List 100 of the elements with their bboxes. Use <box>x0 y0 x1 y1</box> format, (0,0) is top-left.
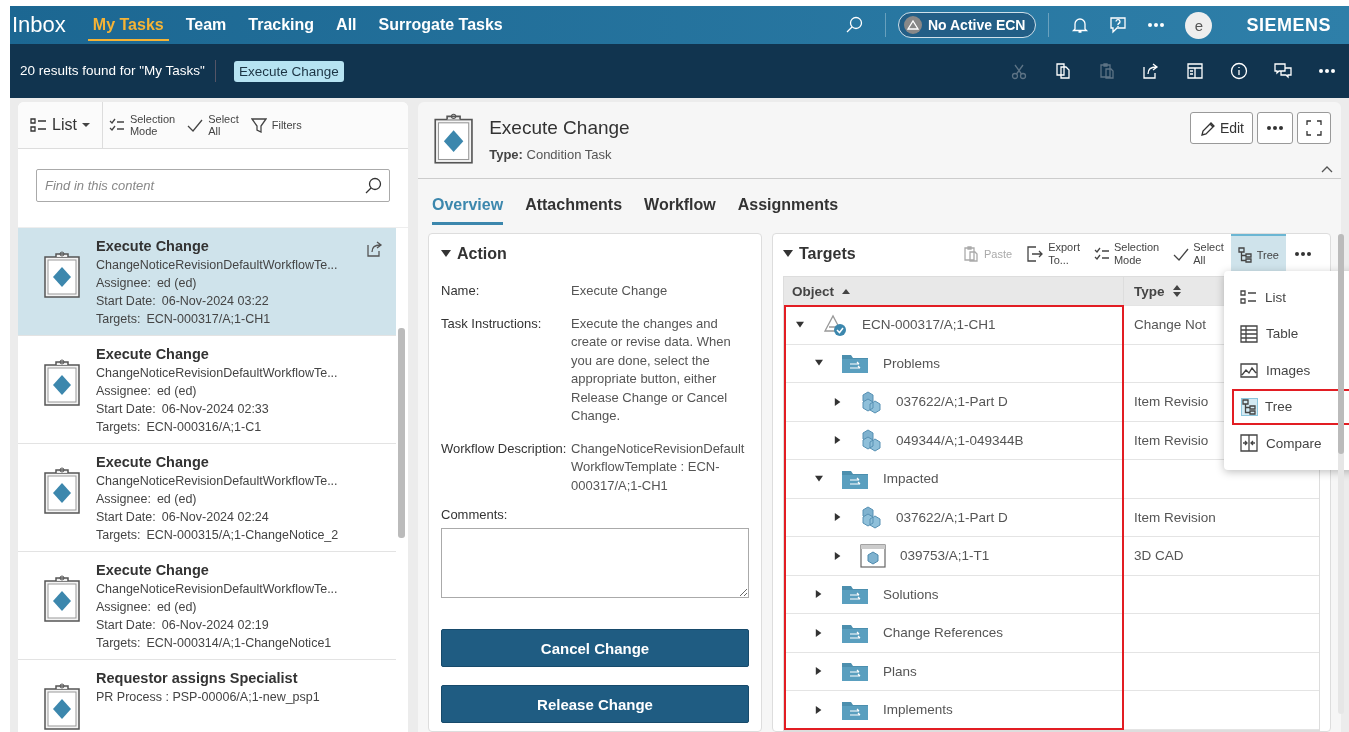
filter-chip[interactable]: Execute Change <box>233 60 344 82</box>
nav-tab[interactable]: All <box>331 9 362 41</box>
share-icon[interactable] <box>366 240 384 258</box>
user-avatar[interactable]: e <box>1185 11 1213 39</box>
comments-icon[interactable] <box>1274 62 1292 80</box>
task-field: Targets: ECN-000314/A;1-ChangeNotice1 <box>96 634 338 652</box>
menu-item[interactable]: Images <box>1232 352 1349 389</box>
detail-tab[interactable]: Overview <box>432 193 504 225</box>
toolbar-button[interactable]: Tree <box>1230 234 1286 274</box>
task-field: Start Date: 06-Nov-2024 02:33 <box>96 400 338 418</box>
task-subtitle: ChangeNoticeRevisionDefaultWorkflowTe... <box>96 581 338 598</box>
caret-down-icon[interactable] <box>441 249 451 259</box>
caret-right-icon[interactable] <box>815 628 823 637</box>
caret-down-icon[interactable] <box>796 320 804 329</box>
tree-cell[interactable]: Implements <box>784 691 1124 729</box>
toolbar-button[interactable]: Select All <box>181 113 245 137</box>
caret-right-icon[interactable] <box>834 397 842 406</box>
detail-tab[interactable]: Workflow <box>644 193 716 225</box>
caret-right-icon[interactable] <box>815 667 823 676</box>
tree-cell[interactable]: 037622/A;1-Part D <box>784 498 1124 536</box>
field-value: Execute the changes and create or revise data. When you are done, select the appropriate button, either Release Change or Cancel Change. <box>571 314 732 425</box>
field-value: ChangeNoticeRevisionDefault WorkflowTemplate : ECN-000317/A;1-CH1 <box>571 439 746 495</box>
collapse-caret-icon[interactable] <box>1321 165 1333 174</box>
results-summary: 20 results found for "My Tasks" <box>20 60 216 82</box>
tree-view-icon <box>1242 398 1257 415</box>
cube-stack-icon <box>860 428 882 453</box>
tree-cell[interactable]: Problems <box>784 344 1124 382</box>
column-header[interactable]: Object <box>784 277 1124 305</box>
comments-field[interactable] <box>441 528 749 598</box>
menu-item[interactable]: List <box>1232 279 1349 316</box>
clipboard-task-icon <box>42 466 82 516</box>
nav-tab[interactable]: Team <box>180 9 232 41</box>
tree-cell[interactable]: Change References <box>784 614 1124 652</box>
scrollbar[interactable] <box>1338 234 1344 714</box>
toolbar-button[interactable]: Selection Mode <box>102 113 182 137</box>
brand-logo: SIEMENS <box>1246 14 1331 36</box>
tree-cell[interactable]: Solutions <box>784 575 1124 613</box>
detail-tab[interactable]: Attachments <box>525 193 623 225</box>
tree-cell[interactable]: 039753/A;1-T1 <box>784 537 1124 575</box>
action-button[interactable]: Release Change <box>441 685 749 723</box>
caret-down-icon[interactable] <box>783 249 793 259</box>
field-label: Task Instructions: <box>441 314 543 333</box>
caret-right-icon[interactable] <box>815 590 823 599</box>
caret-down-icon[interactable] <box>815 474 823 483</box>
tree-cell[interactable]: Plans <box>784 652 1124 690</box>
bell-icon[interactable] <box>1071 16 1090 34</box>
nav-tab[interactable]: Tracking <box>243 9 320 41</box>
task-field: Assignee: ed (ed) <box>96 598 338 616</box>
caret-right-icon[interactable] <box>834 551 842 560</box>
caret-right-icon[interactable] <box>834 436 842 445</box>
fullscreen-button[interactable] <box>1297 112 1331 144</box>
tree-cell[interactable]: 037622/A;1-Part D <box>784 383 1124 421</box>
nav-tab[interactable]: Surrogate Tasks <box>373 9 508 41</box>
export-icon <box>1026 245 1045 263</box>
search-field[interactable]: Find in this content <box>36 169 390 202</box>
clipboard-task-icon <box>42 574 82 624</box>
edit-button[interactable]: Edit <box>1189 112 1253 144</box>
ecn-button[interactable]: No Active ECN <box>897 12 1037 38</box>
checkmark-icon <box>187 117 204 133</box>
tree-cell[interactable]: ECN-000317/A;1-CH1 <box>784 306 1124 344</box>
field-label: Name: <box>441 282 481 300</box>
detail-tab[interactable]: Assignments <box>737 193 839 225</box>
task-title: Execute Change <box>96 453 210 472</box>
caret-right-icon[interactable] <box>834 513 842 522</box>
caret-down-icon <box>81 122 90 128</box>
task-type: Type: Condition Task <box>489 147 613 162</box>
type-cell: Change Not <box>1134 317 1207 333</box>
task-field: Targets: ECN-000316/A;1-C1 <box>96 418 338 436</box>
fullscreen-icon <box>1306 120 1322 136</box>
more-button[interactable] <box>1257 112 1293 144</box>
view-dropdown[interactable]: List <box>18 102 103 148</box>
compare-icon <box>1240 434 1258 453</box>
more-icon[interactable] <box>1318 66 1336 76</box>
task-subtitle: ChangeNoticeRevisionDefaultWorkflowTe... <box>96 473 339 490</box>
tree-cell[interactable]: Impacted <box>784 460 1124 498</box>
share-icon[interactable] <box>1142 62 1160 80</box>
search-icon[interactable] <box>364 177 382 195</box>
caret-right-icon[interactable] <box>815 705 823 714</box>
caret-down-icon[interactable] <box>815 359 823 368</box>
tree-cell[interactable]: 049344/A;1-049344B <box>784 421 1124 459</box>
task-field: Targets: ECN-000317/A;1-CH1 <box>96 310 338 328</box>
toolbar-button[interactable]: Selection Mode <box>1086 234 1167 274</box>
help-chat-icon[interactable] <box>1109 16 1128 34</box>
clipboard-task-icon <box>42 682 82 732</box>
task-item[interactable]: Execute Change ChangeNoticeRevisionDefaultWorkflowTe... Assignee: ed (ed) Start Date: 06-Nov-2024 03:22 Targets: ECN-000317/A;1-CH1 <box>18 228 396 336</box>
scrollbar[interactable] <box>398 328 405 538</box>
copy-icon[interactable] <box>1054 62 1072 80</box>
info-icon[interactable] <box>1230 62 1248 80</box>
toolbar-button[interactable]: Filters <box>244 117 308 133</box>
task-field: Assignee: ed (ed) <box>96 490 339 508</box>
cube-stack-icon <box>860 505 882 530</box>
task-subtitle: ChangeNoticeRevisionDefaultWorkflowTe... <box>96 365 338 382</box>
menu-item[interactable]: Table <box>1232 315 1349 352</box>
action-button[interactable]: Cancel Change <box>441 629 749 667</box>
more-icon[interactable] <box>1294 249 1312 259</box>
menu-item[interactable]: Compare <box>1232 425 1349 462</box>
toolbar-button[interactable]: Export To... <box>1019 234 1087 274</box>
layout-icon[interactable] <box>1186 62 1204 80</box>
toolbar-button[interactable]: Select All <box>1166 234 1231 274</box>
task-field: Assignee: ed (ed) <box>96 382 338 400</box>
